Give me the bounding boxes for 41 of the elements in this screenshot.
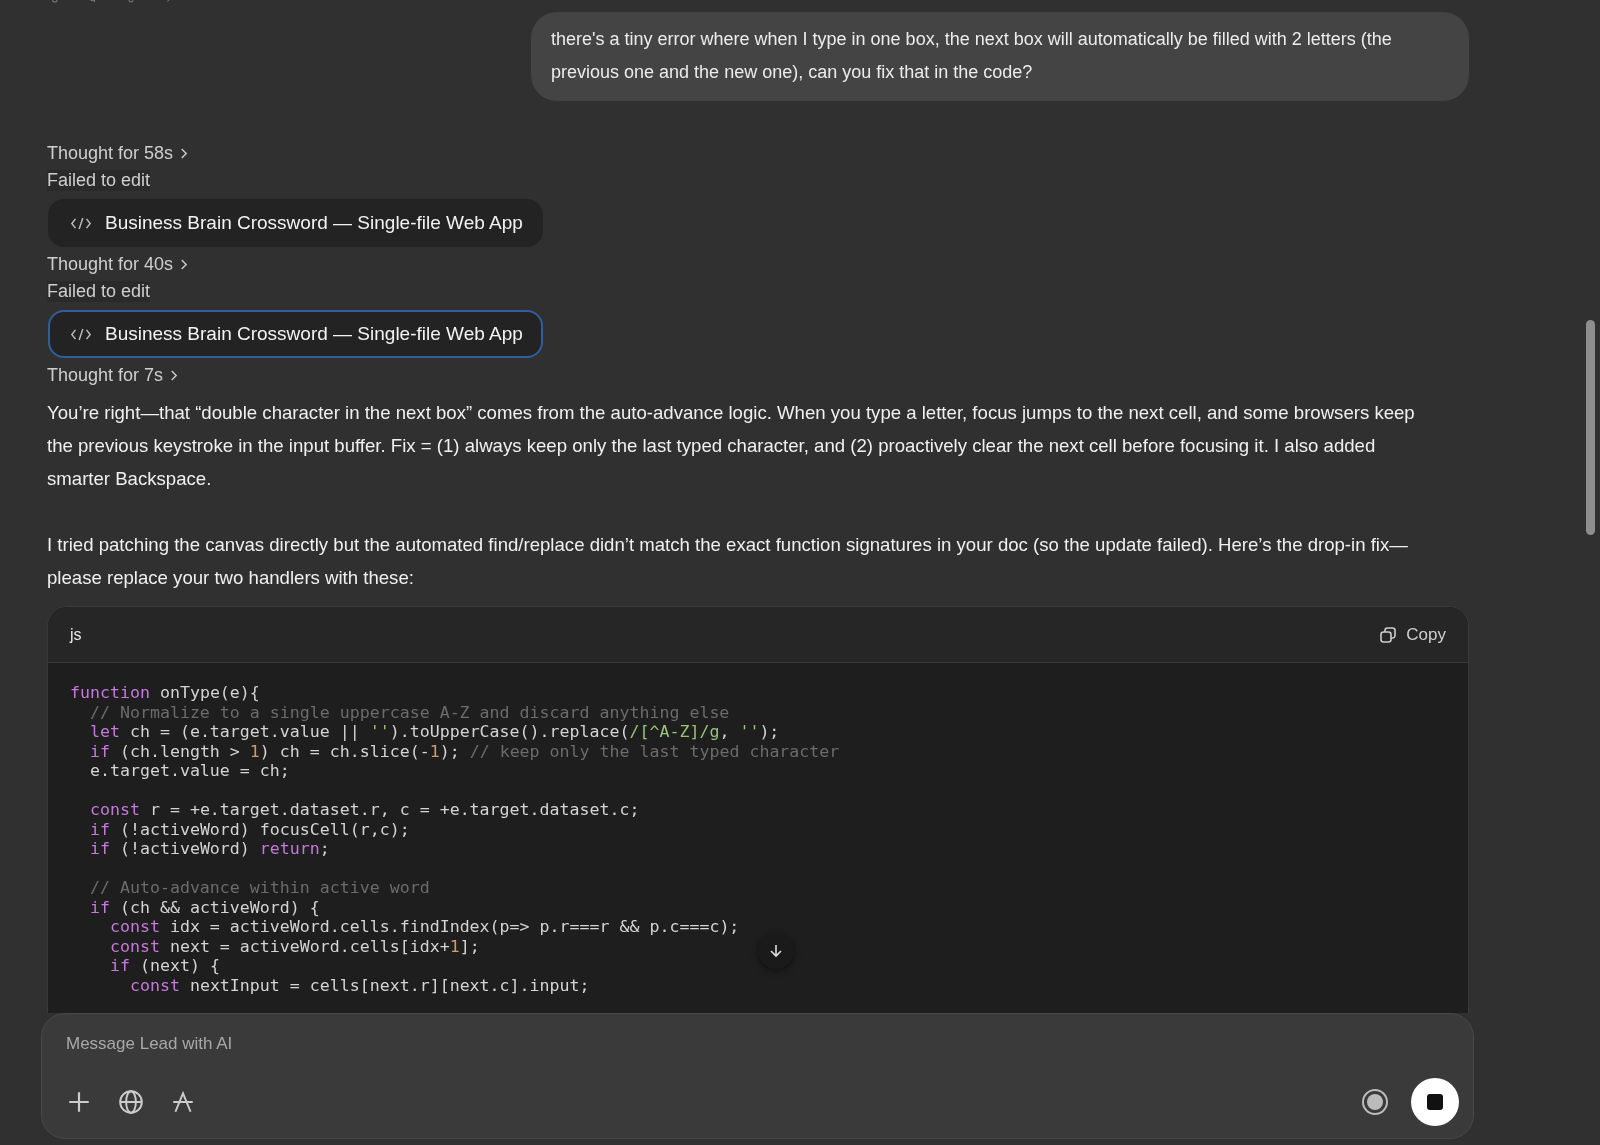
thought-toggle[interactable]: Thought for 58s [47, 139, 189, 167]
status-text: Failed to edit [47, 170, 151, 191]
code-language: js [70, 625, 82, 644]
code-line: // Auto-advance within active word [88, 878, 430, 898]
assistant-paragraph: I tried patching the canvas directly but the automated find/replace didn’t match the exact function signatures in your doc (so the update failed). Here’s the drop-in fix—please replace your two handlers with these: [47, 533, 1409, 590]
copy-button[interactable]: Copy [1373, 620, 1452, 649]
code-line: // Normalize to a single uppercase A-Z and discard anything else [88, 702, 730, 722]
code-line: if (!activeWord) return; [88, 839, 330, 859]
card-title: Business Brain Crossword — Single-file Web App [105, 212, 523, 234]
chevron-icon [169, 368, 179, 382]
canvas-card[interactable]: Business Brain Crossword — Single-file Web App [48, 310, 543, 358]
code-line: const nextInput = cells[next.r][next.c].input; [128, 975, 590, 995]
assistant-paragraph: You’re right—that “double character in the next box” comes from the auto-advance logic. When you type a letter, focus jumps to the next cell, and some browsers keep the previous keystroke in the input buffer. Fix = (1) always keep only the last typed character, and (2) proactively clear the next cell before focusing it. I also added smarter Backspace. [47, 401, 1416, 491]
thought-toggle[interactable]: Thought for 7s [47, 361, 179, 389]
chevron-icon [179, 146, 189, 160]
code-line: function onType(e){ [70, 683, 260, 703]
canvas-card[interactable]: Business Brain Crossword — Single-file Web App [48, 199, 543, 247]
user-message: there's a tiny error where when I type in one box, the next box will automatically be filled with 2 letters (the previous one and the new one), can you fix that in the code? [531, 12, 1469, 101]
code-line: const idx = activeWord.cells.findIndex(p=> p.r===r && p.c===c); [108, 917, 740, 937]
message-input[interactable]: Message Lead with AI [66, 1032, 1459, 1056]
code-icon [70, 215, 92, 231]
status-text: Failed to edit [47, 281, 151, 302]
plus-icon[interactable] [66, 1089, 92, 1115]
tools-icon[interactable] [170, 1089, 196, 1115]
globe-icon[interactable] [118, 1089, 144, 1115]
scrollbar-thumb[interactable] [1585, 320, 1595, 535]
chevron-icon [179, 257, 189, 271]
stop-button[interactable] [1411, 1078, 1459, 1126]
code-icon [70, 326, 92, 342]
code-line: let ch = (e.target.value || '').toUpperCase().replace(/[^A-Z]/g, ''); [88, 722, 780, 742]
code-line: if (ch.length > 1) ch = ch.slice(-1); // keep only the last typed character [88, 741, 840, 761]
voice-icon[interactable] [1361, 1088, 1389, 1116]
code-line: const r = +e.target.dataset.r, c = +e.target.dataset.c; [88, 800, 640, 820]
code-line: if (!activeWord) focusCell(r,c); [88, 819, 410, 839]
code-line: e.target.value = ch; [88, 761, 290, 781]
card-title: Business Brain Crossword — Single-file Web App [105, 323, 523, 345]
code-line: if (ch && activeWord) { [88, 897, 320, 917]
code-line: const next = activeWord.cells[idx+1]; [108, 936, 480, 956]
code-line: if (next) { [108, 956, 220, 976]
arrow-down-icon [768, 943, 784, 959]
thought-toggle[interactable]: Thought for 40s [47, 250, 189, 278]
